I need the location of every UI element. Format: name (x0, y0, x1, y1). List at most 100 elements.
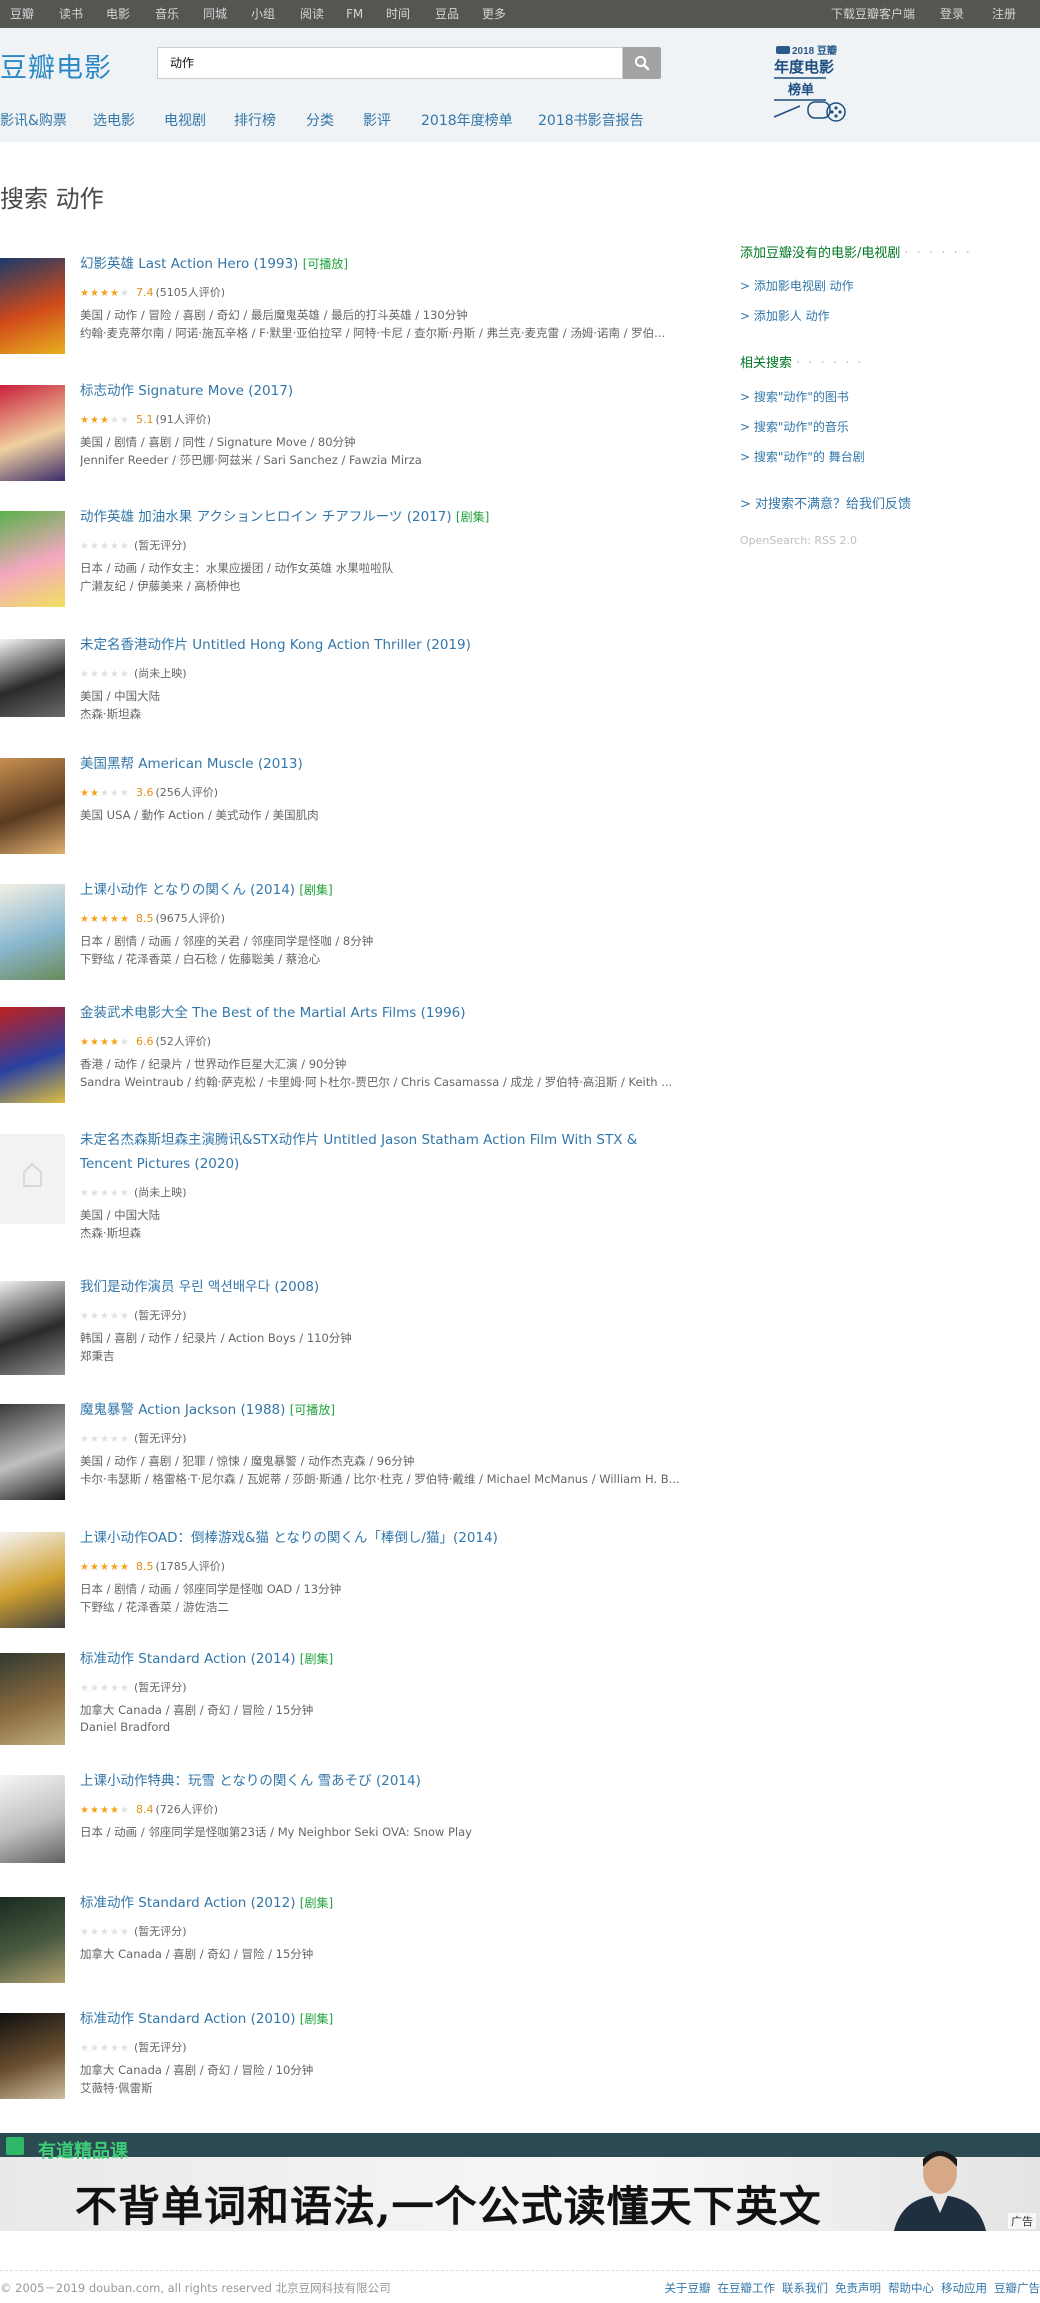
movie-info: 美国 USA / 動作 Action / 美式动作 / 美国肌肉 (80, 808, 319, 822)
ad-banner[interactable]: 有道精品课 不背单词和语法,一个公式读懂天下英文 广告 (0, 2133, 1040, 2231)
sub-nav-item[interactable]: 影讯&购票 (0, 110, 67, 130)
movie-poster[interactable] (0, 511, 65, 607)
movie-title-link[interactable]: 我们是动作演员 우린 액션배우다 (2008) (80, 1275, 680, 1299)
movie-poster[interactable] (0, 1404, 65, 1500)
movie-poster[interactable] (0, 1281, 65, 1375)
star-icon: ★ (80, 1562, 89, 1573)
rating-value: 3.6 (136, 786, 154, 799)
global-nav-item[interactable]: 小组 (251, 0, 275, 28)
star-icon: ★ (110, 1562, 119, 1573)
movie-info: 日本 / 剧情 / 动画 / 邻座同学是怪咖 OAD / 13分钟 (80, 1582, 342, 1596)
global-nav-item[interactable]: FM (346, 0, 363, 28)
footer-link[interactable]: 联系我们 (782, 2281, 828, 2295)
movie-cast: 约翰·麦克蒂尔南 / 阿诺·施瓦辛格 / F·默里·亚伯拉罕 / 阿特·卡尼 /… (80, 326, 666, 340)
footer-link[interactable]: 移动应用 (941, 2281, 987, 2295)
movie-poster[interactable] (0, 258, 65, 354)
movie-poster[interactable] (0, 1653, 65, 1745)
sub-nav-item[interactable]: 排行榜 (234, 110, 276, 130)
rating-stars: ★★★★★ 8.5 (1785人评价) (80, 1560, 225, 1574)
star-icon: ★ (90, 1562, 99, 1573)
badge-line2: 年度电影 (774, 58, 834, 76)
movie-title-link[interactable]: 上课小动作OAD：倒棒游戏&猫 となりの関くん「棒倒し/猫」(2014) (80, 1526, 680, 1550)
download-app-link[interactable]: 下载豆瓣客户端 (831, 0, 915, 28)
footer: © 2005－2019 douban.com, all rights reser… (0, 2277, 1040, 2297)
login-link[interactable]: 登录 (940, 0, 964, 28)
star-icon: ★ (120, 541, 129, 552)
movie-title-link[interactable]: 金装武术电影大全 The Best of the Martial Arts Fi… (80, 1001, 680, 1025)
star-icon: ★ (110, 1683, 119, 1694)
copyright: © 2005－2019 douban.com, all rights reser… (0, 2281, 391, 2295)
global-nav-item[interactable]: 豆瓣 (10, 0, 34, 28)
movie-poster[interactable] (0, 1775, 65, 1863)
star-icon: ★ (120, 1434, 129, 1445)
movie-title-link[interactable]: 动作英雄 加油水果 アクションヒロイン チアフルーツ (2017) [剧集] (80, 505, 680, 529)
global-nav-item[interactable]: 读书 (59, 0, 83, 28)
global-nav-item[interactable]: 时间 (386, 0, 410, 28)
result-item: 美国黑帮 American Muscle (2013) ★★★★★ 3.6 (256人… (0, 756, 690, 868)
movie-title-link[interactable]: 未定名杰森斯坦森主演腾讯&STX动作片 Untitled Jason Stath… (80, 1128, 680, 1176)
footer-link[interactable]: 帮助中心 (888, 2281, 934, 2295)
sub-nav-item[interactable]: 2018书影音报告 (538, 110, 644, 130)
rating-count: (暂无评分) (134, 1681, 187, 1694)
movie-title-link[interactable]: 上课小动作特典：玩雪 となりの関くん 雪あそび (2014) (80, 1769, 680, 1793)
sub-nav-item[interactable]: 影评 (363, 110, 391, 130)
movie-title-link[interactable]: 标准动作 Standard Action (2012) [剧集] (80, 1891, 680, 1915)
star-icon: ★ (90, 1683, 99, 1694)
add-movie-link[interactable]: > 添加影电视剧 动作 (740, 277, 854, 294)
add-celebrity-link[interactable]: > 添加影人 动作 (740, 307, 830, 324)
global-nav-item[interactable]: 音乐 (155, 0, 179, 28)
movie-title-link[interactable]: 魔鬼暴警 Action Jackson (1988) [可播放] (80, 1398, 680, 1422)
site-logo[interactable]: 豆瓣电影 (0, 46, 112, 85)
movie-title-link[interactable]: 未定名香港动作片 Untitled Hong Kong Action Thril… (80, 633, 680, 657)
global-nav-item[interactable]: 更多 (482, 0, 506, 28)
movie-title-link[interactable]: 标准动作 Standard Action (2010) [剧集] (80, 2007, 680, 2031)
search-books-link[interactable]: > 搜索"动作"的图书 (740, 388, 849, 405)
movie-poster[interactable] (0, 2013, 65, 2099)
global-nav-item[interactable]: 同城 (203, 0, 227, 28)
footer-link[interactable]: 关于豆瓣 (665, 2281, 711, 2295)
teacher-portrait-icon (894, 2151, 986, 2231)
star-icon: ★ (90, 669, 99, 680)
movie-cast: Daniel Bradford (80, 1720, 171, 1734)
feedback-link[interactable]: > 对搜索不满意？给我们反馈 (740, 493, 911, 512)
footer-link[interactable]: 在豆瓣工作 (718, 2281, 776, 2295)
movie-poster[interactable] (0, 639, 65, 717)
global-nav-item[interactable]: 豆品 (435, 0, 459, 28)
register-link[interactable]: 注册 (992, 0, 1016, 28)
movie-poster[interactable] (0, 1007, 65, 1103)
sub-nav-item[interactable]: 电视剧 (164, 110, 206, 130)
movie-poster[interactable] (0, 1897, 65, 1983)
sub-nav-item[interactable]: 2018年度榜单 (421, 110, 513, 130)
search-drama-link[interactable]: > 搜索"动作"的 舞台剧 (740, 448, 865, 465)
rating-count: (暂无评分) (134, 1309, 187, 1322)
footer-link[interactable]: 免责声明 (835, 2281, 881, 2295)
global-nav-item[interactable]: 电影 (106, 0, 130, 28)
movie-poster[interactable] (0, 758, 65, 854)
sub-nav-item[interactable]: 分类 (306, 110, 334, 130)
search-button[interactable] (623, 47, 661, 79)
search-music-link[interactable]: > 搜索"动作"的音乐 (740, 418, 849, 435)
movie-poster[interactable] (0, 1532, 65, 1628)
movie-title-link[interactable]: 标志动作 Signature Move (2017) (80, 379, 680, 403)
global-nav-item[interactable]: 阅读 (300, 0, 324, 28)
rating-count: (1785人评价) (155, 1560, 226, 1573)
star-icon: ★ (110, 2043, 119, 2054)
search-input[interactable]: 动作 (157, 47, 623, 79)
movie-poster[interactable] (0, 884, 65, 980)
footer-link[interactable]: 豆瓣广告 (994, 2281, 1040, 2295)
movie-title-link[interactable]: 标准动作 Standard Action (2014) [剧集] (80, 1647, 680, 1671)
rating-stars: ★★★★★ (尚未上映) (80, 1186, 187, 1200)
header: 豆瓣电影 动作 2018 豆瓣 年度电影 榜单 影讯&购票 选电影 电视剧 排行榜 分类… (0, 28, 1040, 142)
sub-nav-item[interactable]: 选电影 (93, 110, 135, 130)
movie-poster[interactable] (0, 1134, 65, 1224)
rating-stars: ★★★★★ 6.6 (52人评价) (80, 1035, 211, 1049)
movie-title-link[interactable]: 美国黑帮 American Muscle (2013) (80, 752, 680, 776)
opensearch-rss[interactable]: OpenSearch: RSS 2.0 (740, 534, 857, 547)
rating-value: 8.5 (136, 912, 154, 925)
movie-title-link[interactable]: 上课小动作 となりの関くん (2014) [剧集] (80, 878, 680, 902)
star-icon: ★ (100, 669, 109, 680)
movie-info: 加拿大 Canada / 喜剧 / 奇幻 / 冒险 / 15分钟 (80, 1703, 314, 1717)
movie-title-link[interactable]: 幻影英雄 Last Action Hero (1993) [可播放] (80, 252, 680, 276)
movie-poster[interactable] (0, 385, 65, 481)
annual-movie-list-badge[interactable]: 2018 豆瓣 年度电影 榜单 (770, 42, 856, 124)
